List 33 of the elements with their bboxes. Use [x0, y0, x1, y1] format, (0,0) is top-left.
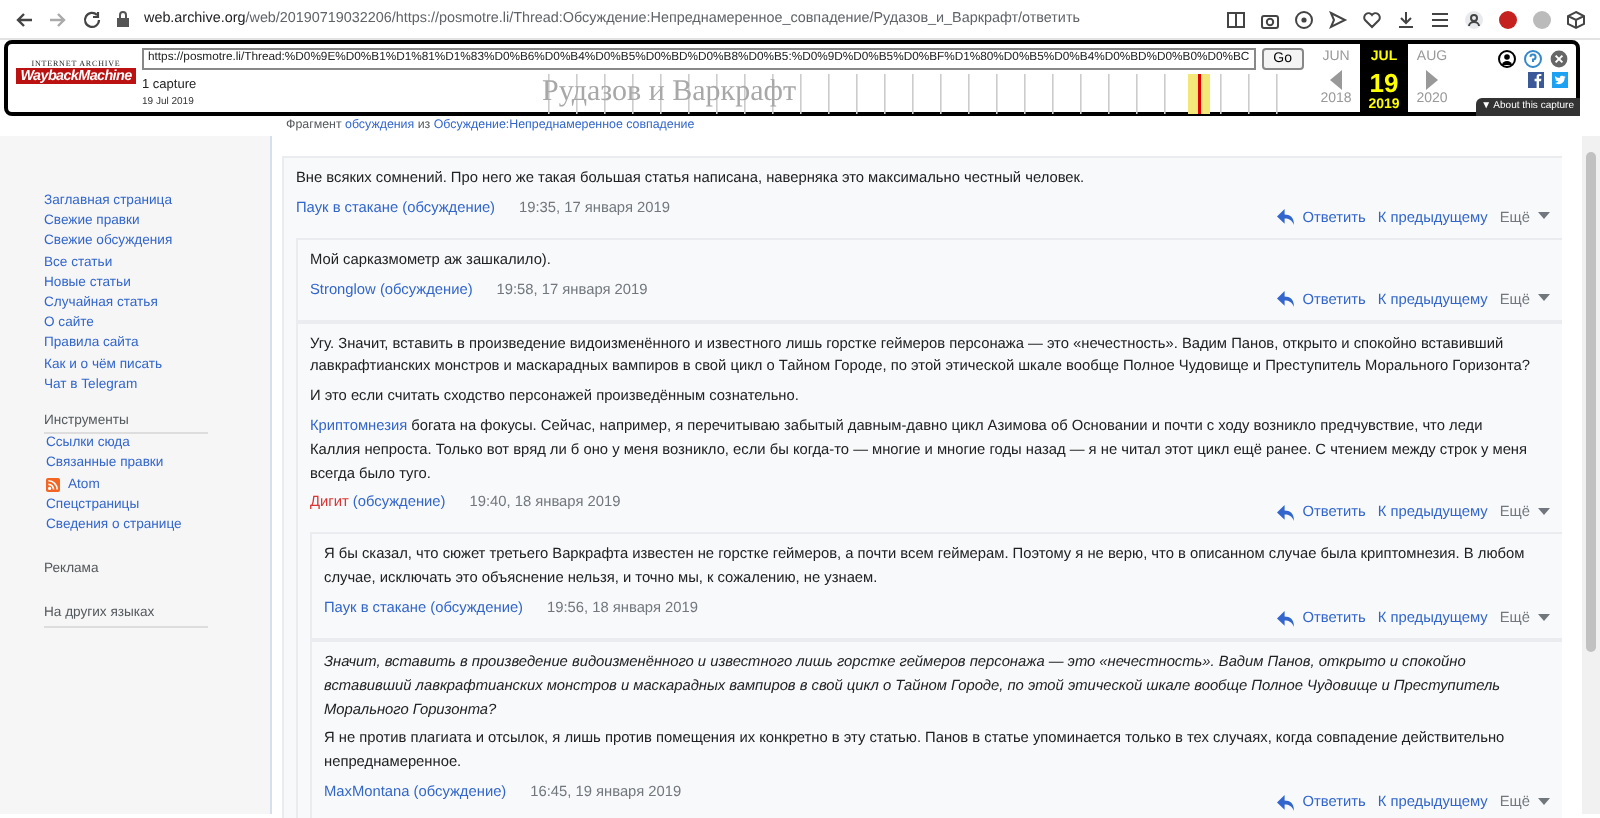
- reply-icon: [1276, 791, 1297, 811]
- caret-icon: [1538, 294, 1550, 303]
- caret-icon: [1538, 797, 1550, 805]
- reply-icon: [1276, 206, 1297, 227]
- reply-icon: [1276, 607, 1297, 628]
- reader-icon[interactable]: [1226, 9, 1246, 29]
- prev-arrow-icon[interactable]: [1328, 69, 1344, 89]
- reply-icon: [1276, 288, 1297, 309]
- cube-icon[interactable]: [1566, 9, 1586, 29]
- back-icon[interactable]: [14, 9, 34, 29]
- profile-icon[interactable]: [1464, 9, 1484, 29]
- send-icon[interactable]: [1328, 9, 1348, 29]
- caret-icon: [1538, 507, 1550, 516]
- feed-icon: [46, 478, 60, 493]
- lock-icon: [116, 10, 130, 28]
- location-icon[interactable]: [1294, 9, 1314, 29]
- scrollbar[interactable]: [1582, 136, 1600, 814]
- twitter-icon[interactable]: [1552, 72, 1568, 88]
- facebook-icon[interactable]: [1528, 72, 1544, 88]
- user-icon[interactable]: [1498, 50, 1516, 68]
- camera-icon[interactable]: [1260, 9, 1280, 29]
- download-icon[interactable]: [1396, 9, 1416, 29]
- caret-icon: [1538, 212, 1550, 221]
- list-icon[interactable]: [1430, 9, 1450, 29]
- help-icon[interactable]: [1524, 50, 1542, 68]
- next-arrow-icon[interactable]: [1424, 69, 1440, 89]
- heart-icon[interactable]: [1362, 9, 1382, 29]
- reload-icon[interactable]: [82, 9, 102, 29]
- scrollbar-thumb[interactable]: [1586, 152, 1596, 652]
- close-icon[interactable]: [1550, 50, 1568, 68]
- caret-icon: [1538, 613, 1550, 622]
- reply-icon: [1276, 501, 1297, 522]
- page-title: Рудазов и Варкрафт: [542, 76, 797, 110]
